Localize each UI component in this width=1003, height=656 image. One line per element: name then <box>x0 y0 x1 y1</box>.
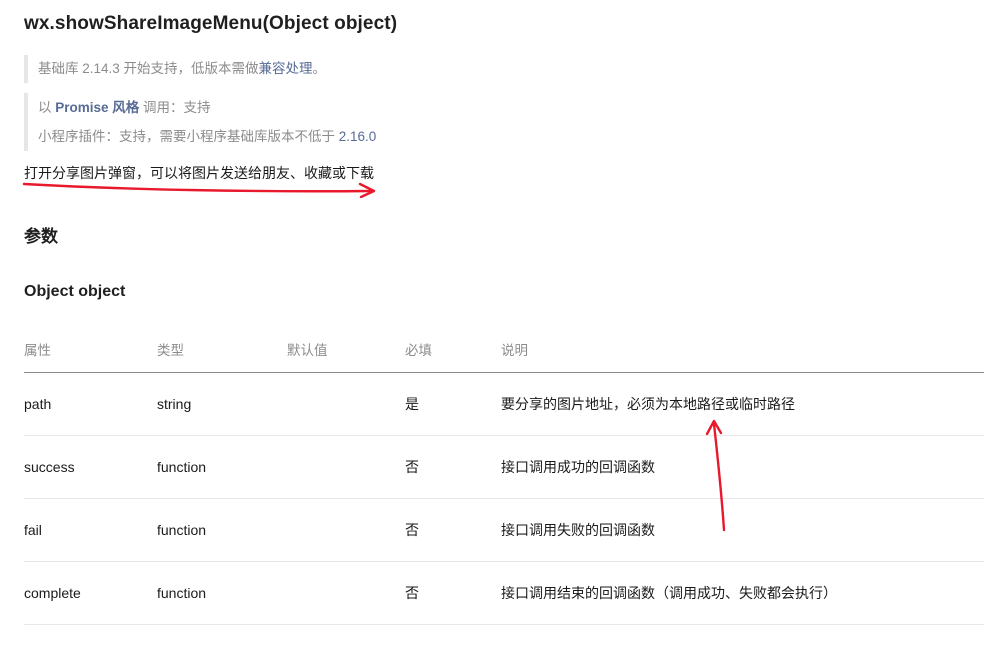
cell-description: 接口调用成功的回调函数 <box>501 435 984 499</box>
table-row: path string 是 要分享的图片地址，必须为本地路径或临时路径 <box>24 372 984 436</box>
params-table: 属性 类型 默认值 必填 说明 path string 是 要分享的图片地址，必… <box>24 326 984 625</box>
api-description: 打开分享图片弹窗，可以将图片发送给朋友、收藏或下载 <box>24 165 374 181</box>
promise-style-link[interactable]: Promise 风格 <box>55 100 139 115</box>
table-row: complete function 否 接口调用结束的回调函数（调用成功、失败都… <box>24 561 984 625</box>
cell-description: 要分享的图片地址，必须为本地路径或临时路径 <box>501 372 984 436</box>
cell-type: function <box>157 498 287 562</box>
support-note: 基础库 2.14.3 开始支持，低版本需做兼容处理。 <box>24 55 326 83</box>
cell-description: 接口调用结束的回调函数（调用成功、失败都会执行） <box>501 561 984 625</box>
underline-arrow <box>22 182 376 199</box>
header-description: 说明 <box>501 326 984 373</box>
cell-property: fail <box>24 498 157 562</box>
table-header-row: 属性 类型 默认值 必填 说明 <box>24 326 984 373</box>
plugin-prefix: 小程序插件：支持，需要小程序基础库版本不低于 <box>38 129 339 144</box>
table-row: success function 否 接口调用成功的回调函数 <box>24 435 984 499</box>
api-title: wx.showShareImageMenu(Object object) <box>24 13 398 34</box>
cell-default <box>287 372 405 436</box>
cell-required: 否 <box>405 435 501 499</box>
header-required: 必填 <box>405 326 501 373</box>
cell-description: 接口调用失败的回调函数 <box>501 498 984 562</box>
plugin-line: 小程序插件：支持，需要小程序基础库版本不低于 2.16.0 <box>38 122 376 151</box>
support-suffix: 。 <box>312 61 327 76</box>
cell-required: 否 <box>405 498 501 562</box>
cell-type: function <box>157 561 287 625</box>
cell-property: complete <box>24 561 157 625</box>
cell-property: success <box>24 435 157 499</box>
promise-prefix: 以 <box>38 100 56 115</box>
header-property: 属性 <box>24 326 157 373</box>
cell-default <box>287 435 405 499</box>
cell-required: 是 <box>405 372 501 436</box>
promise-suffix: 调用：支持 <box>139 100 211 115</box>
support-text: 基础库 2.14.3 开始支持，低版本需做 <box>38 61 259 76</box>
cell-property: path <box>24 372 157 436</box>
params-heading: 参数 <box>24 227 58 246</box>
cell-type: function <box>157 435 287 499</box>
header-default: 默认值 <box>287 326 405 373</box>
usage-note: 以 Promise 风格 调用：支持 小程序插件：支持，需要小程序基础库版本不低… <box>24 93 376 151</box>
cell-type: string <box>157 372 287 436</box>
promise-line: 以 Promise 风格 调用：支持 <box>38 93 376 122</box>
header-type: 类型 <box>157 326 287 373</box>
plugin-version: 2.16.0 <box>338 129 377 144</box>
cell-default <box>287 561 405 625</box>
table-row: fail function 否 接口调用失败的回调函数 <box>24 498 984 562</box>
object-heading: Object object <box>24 283 126 300</box>
cell-required: 否 <box>405 561 501 625</box>
cell-default <box>287 498 405 562</box>
compat-link[interactable]: 兼容处理 <box>259 61 313 76</box>
